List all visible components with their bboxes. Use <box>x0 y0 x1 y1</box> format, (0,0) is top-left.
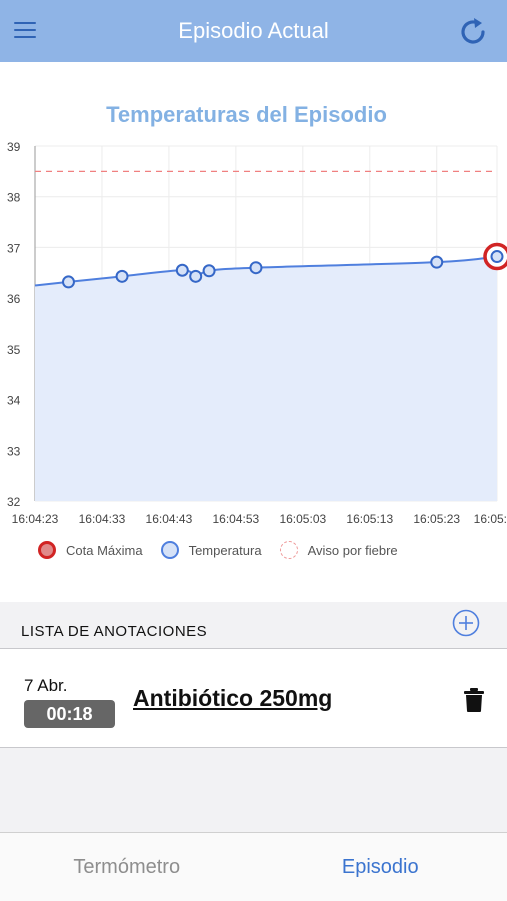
x-tick-label: 16:05:03 <box>279 512 326 526</box>
trash-icon[interactable] <box>463 687 485 713</box>
refresh-icon[interactable] <box>457 16 489 48</box>
annotation-date: 7 Abr. <box>24 676 67 696</box>
x-tick-label: 16:05:13 <box>346 512 393 526</box>
y-tick-label: 34 <box>7 394 21 408</box>
x-tick-label: 16:04:53 <box>213 512 260 526</box>
temperature-area-fill <box>35 257 497 501</box>
annotation-text[interactable]: Antibiótico 250mg <box>133 685 332 712</box>
annotation-row[interactable]: 7 Abr. 00:18 Antibiótico 250mg <box>0 649 507 748</box>
legend-item-max: Cota Máxima <box>38 541 143 559</box>
legend-item-temperature: Temperatura <box>161 541 262 559</box>
temperature-point <box>117 271 128 282</box>
add-circle-icon[interactable] <box>452 609 480 637</box>
fever-legend-icon <box>280 541 298 559</box>
chart-legend: Cota Máxima Temperatura Aviso por fiebre <box>38 541 416 559</box>
y-tick-label: 33 <box>7 444 21 458</box>
max-temperature-point <box>492 251 503 262</box>
annotation-time-badge: 00:18 <box>24 700 115 728</box>
legend-label-fever: Aviso por fiebre <box>308 543 398 558</box>
tab-episodio[interactable]: Episodio <box>254 833 507 901</box>
chart-card: Temperaturas del Episodio 32 33 34 35 36 37 38… <box>0 62 507 602</box>
temperature-point <box>190 271 201 282</box>
x-tick-label: 16:05:32 <box>474 512 507 526</box>
temperature-point <box>431 257 442 268</box>
temperature-chart: 32 33 34 35 36 37 38 39 16:04:23 16:04:33 16:04:43… <box>0 128 507 536</box>
hamburger-menu-icon[interactable] <box>14 22 36 40</box>
max-legend-icon <box>38 541 56 559</box>
y-tick-label: 32 <box>7 495 21 509</box>
temperature-point <box>177 265 188 276</box>
tab-bar: Termómetro Episodio <box>0 832 507 901</box>
y-tick-label: 37 <box>7 241 21 255</box>
legend-label-temperature: Temperatura <box>189 543 262 558</box>
annotations-header: LISTA DE ANOTACIONES <box>0 602 507 649</box>
annotations-title: LISTA DE ANOTACIONES <box>21 623 207 640</box>
x-tick-label: 16:04:33 <box>79 512 126 526</box>
x-tick-label: 16:04:23 <box>12 512 59 526</box>
temperature-legend-icon <box>161 541 179 559</box>
x-tick-label: 16:05:23 <box>413 512 460 526</box>
y-tick-label: 35 <box>7 343 21 357</box>
top-bar: Episodio Actual <box>0 0 507 62</box>
chart-title: Temperaturas del Episodio <box>0 102 493 128</box>
y-tick-label: 38 <box>7 191 21 205</box>
page-title: Episodio Actual <box>178 18 328 44</box>
temperature-point <box>250 262 261 273</box>
tab-termometro[interactable]: Termómetro <box>0 833 254 901</box>
y-tick-label: 36 <box>7 292 21 306</box>
x-tick-label: 16:04:43 <box>146 512 193 526</box>
temperature-point <box>63 276 74 287</box>
legend-item-fever: Aviso por fiebre <box>280 541 398 559</box>
y-tick-label: 39 <box>7 140 21 154</box>
legend-label-max: Cota Máxima <box>66 543 143 558</box>
temperature-point <box>204 265 215 276</box>
